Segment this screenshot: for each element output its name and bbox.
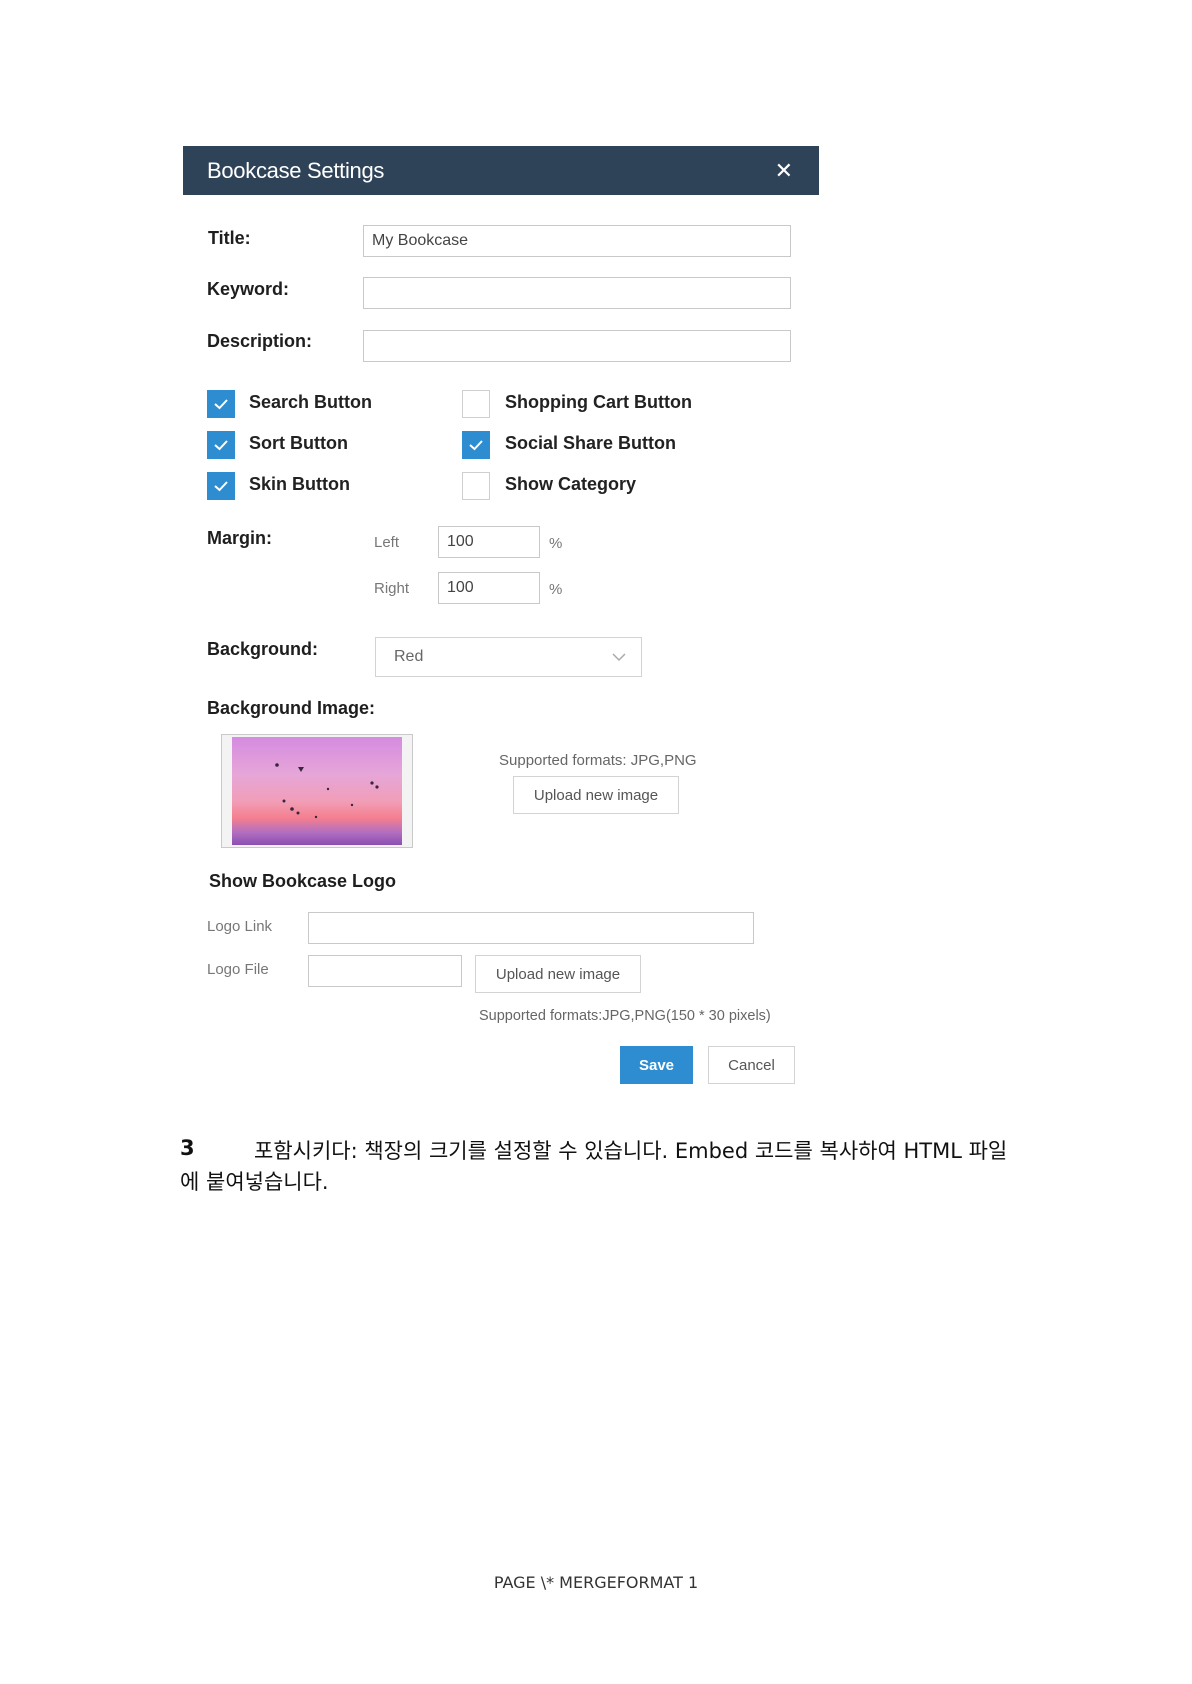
background-image-label: Background Image: [207, 698, 376, 718]
dialog-header: Bookcase Settings ✕ [183, 146, 819, 195]
title-input[interactable] [363, 225, 791, 257]
chevron-down-icon [612, 653, 626, 662]
shopping-cart-button-label: Shopping Cart Button [505, 392, 692, 412]
show-category-label: Show Category [505, 474, 637, 494]
checkmark-icon [214, 481, 228, 492]
search-button-checkbox[interactable] [207, 390, 235, 418]
background-label: Background: [207, 639, 319, 659]
skin-button-checkbox[interactable] [207, 472, 235, 500]
checkmark-icon [214, 440, 228, 451]
description-input[interactable] [363, 330, 791, 362]
logo-formats-text: Supported formats:JPG,PNG(150 * 30 pixel… [479, 1008, 771, 1024]
background-image-preview [221, 734, 413, 848]
margin-right-input[interactable] [438, 572, 540, 604]
step-description: 포함시키다: 책장의 크기를 설정할 수 있습니다. Embed 코드를 복사하… [180, 1139, 1008, 1194]
background-select[interactable]: Red [375, 637, 642, 677]
social-share-button-label: Social Share Button [505, 433, 677, 453]
logo-file-input[interactable] [308, 955, 462, 987]
background-thumbnail [232, 737, 402, 845]
margin-left-input[interactable] [438, 526, 540, 558]
show-category-checkbox[interactable] [462, 472, 490, 500]
show-logo-heading: Show Bookcase Logo [209, 871, 397, 891]
save-button[interactable]: Save [620, 1046, 693, 1084]
sort-button-label: Sort Button [249, 433, 348, 453]
margin-left-label: Left [374, 534, 400, 551]
birds-image [275, 763, 379, 819]
upload-background-button[interactable]: Upload new image [513, 776, 679, 814]
margin-right-label: Right [374, 580, 410, 597]
sort-button-checkbox[interactable] [207, 431, 235, 459]
bookcase-settings-dialog: Bookcase Settings ✕ Title: Keyword: Desc… [183, 146, 819, 1092]
shopping-cart-button-checkbox[interactable] [462, 390, 490, 418]
checkmark-icon [214, 399, 228, 410]
keyword-label: Keyword: [207, 279, 290, 299]
logo-link-input[interactable] [308, 912, 754, 944]
dialog-title: Bookcase Settings [207, 158, 385, 183]
skin-button-label: Skin Button [249, 474, 350, 494]
checkmark-icon [469, 440, 483, 451]
page-footer: PAGE \* MERGEFORMAT 1 [493, 1573, 699, 1592]
keyword-input[interactable] [363, 277, 791, 309]
background-formats-text: Supported formats: JPG,PNG [499, 752, 697, 769]
upload-logo-button[interactable]: Upload new image [475, 955, 641, 993]
cancel-button[interactable]: Cancel [708, 1046, 795, 1084]
background-selected-value: Red [394, 648, 424, 665]
title-label: Title: [208, 228, 251, 248]
close-icon[interactable]: ✕ [775, 158, 793, 184]
logo-link-label: Logo Link [207, 918, 273, 935]
search-button-label: Search Button [249, 392, 373, 412]
margin-label: Margin: [207, 528, 272, 548]
social-share-button-checkbox[interactable] [462, 431, 490, 459]
margin-right-unit: % [549, 581, 563, 598]
description-label: Description: [207, 331, 313, 351]
logo-file-label: Logo File [207, 961, 269, 978]
margin-left-unit: % [549, 535, 563, 552]
